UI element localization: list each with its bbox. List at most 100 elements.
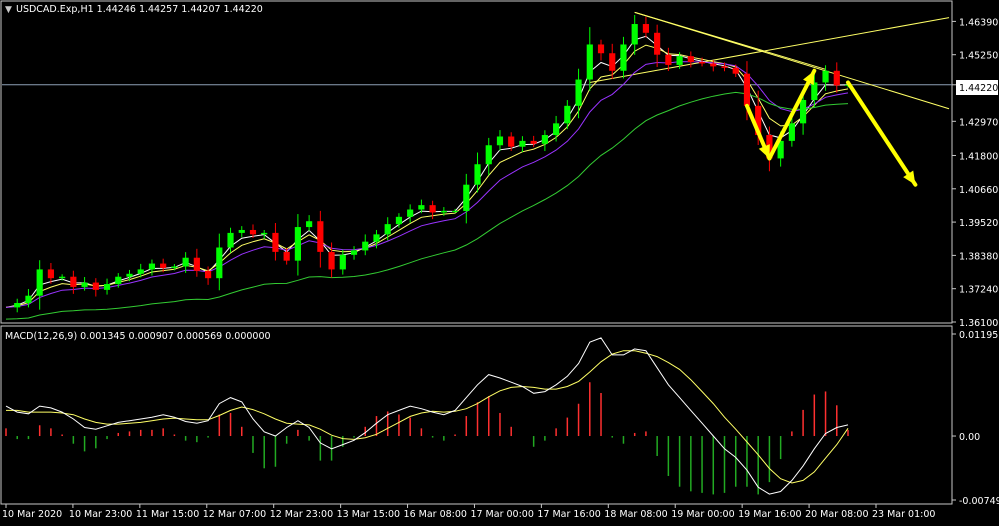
candle-body bbox=[350, 250, 358, 255]
candle-body bbox=[732, 67, 739, 74]
candle-body bbox=[317, 221, 324, 252]
candle-body bbox=[586, 44, 593, 80]
candle-body bbox=[227, 232, 234, 248]
candle-body bbox=[395, 216, 403, 225]
candle-body bbox=[216, 247, 223, 279]
candle-body bbox=[451, 210, 459, 212]
candle-body bbox=[440, 210, 447, 213]
macd-header: MACD(12,26,9) 0.001345 0.000907 0.000569… bbox=[5, 331, 271, 342]
candle-body bbox=[609, 53, 616, 71]
candle-body bbox=[530, 140, 537, 144]
candle-body bbox=[103, 284, 111, 290]
time-tick-label: 11 Mar 15:00 bbox=[136, 509, 199, 520]
candle-body bbox=[642, 24, 650, 33]
price-tick-label: 1.39520 bbox=[959, 218, 998, 229]
candle-body bbox=[519, 140, 526, 147]
candle-body bbox=[14, 303, 21, 308]
time-tick-label: 10 Mar 23:00 bbox=[69, 509, 132, 520]
candle-body bbox=[788, 123, 795, 141]
candle-body bbox=[160, 263, 167, 268]
candle-body bbox=[137, 269, 144, 274]
candle-body bbox=[182, 257, 189, 267]
candle-body bbox=[306, 221, 313, 228]
candle-body bbox=[485, 145, 492, 165]
candle-body bbox=[474, 164, 481, 185]
candle-body bbox=[362, 241, 369, 251]
candle-body bbox=[261, 232, 268, 235]
candle-body bbox=[373, 234, 380, 242]
candle-body bbox=[272, 232, 279, 252]
candle-body bbox=[698, 62, 706, 64]
time-tick-label: 16 Mar 08:00 bbox=[404, 509, 467, 520]
price-tick-label: 1.45250 bbox=[959, 51, 998, 62]
macd-tick-label: 0.00 bbox=[959, 432, 980, 443]
time-tick-label: 13 Mar 15:00 bbox=[337, 509, 400, 520]
candle-body bbox=[665, 54, 672, 65]
chart-svg: 1.46390 1.45250 1.42970 1.41800 1.40660 1.395… bbox=[0, 0, 999, 522]
price-tick-label: 1.36100 bbox=[959, 318, 998, 329]
candle-body bbox=[687, 56, 694, 62]
candle-body bbox=[193, 257, 200, 271]
candle-body bbox=[575, 79, 582, 106]
candle-body bbox=[553, 123, 560, 136]
candle-body bbox=[81, 282, 88, 287]
candle-body bbox=[25, 295, 32, 304]
candle-body bbox=[463, 184, 470, 211]
candle-body bbox=[496, 136, 504, 146]
candle-body bbox=[238, 229, 245, 233]
candle-body bbox=[407, 209, 414, 217]
time-tick-label: 23 Mar 01:00 bbox=[872, 509, 935, 520]
candle-body bbox=[676, 56, 683, 65]
candle-body bbox=[384, 224, 391, 235]
time-tick-label: 18 Mar 08:00 bbox=[604, 509, 667, 520]
time-tick-label: 19 Mar 16:00 bbox=[738, 509, 801, 520]
candle-body bbox=[36, 269, 43, 296]
candle-body bbox=[508, 136, 515, 147]
time-tick-label: 12 Mar 07:00 bbox=[203, 509, 266, 520]
candle-body bbox=[800, 99, 807, 124]
candle-body bbox=[204, 270, 212, 279]
candle-body bbox=[47, 269, 54, 279]
candle-body bbox=[822, 70, 829, 83]
candle-body bbox=[70, 276, 77, 287]
time-tick-label: 17 Mar 16:00 bbox=[537, 509, 600, 520]
price-tick-label: 1.41800 bbox=[959, 151, 998, 162]
candle-body bbox=[328, 251, 335, 270]
time-tick-label: 19 Mar 00:00 bbox=[671, 509, 734, 520]
chart-window: 1.46390 1.45250 1.42970 1.41800 1.40660 1.395… bbox=[0, 0, 999, 522]
time-tick-label: 12 Mar 23:00 bbox=[270, 509, 333, 520]
price-tick-label: 1.40660 bbox=[959, 185, 998, 196]
candle-body bbox=[654, 32, 661, 55]
price-tick-label: 1.42970 bbox=[959, 117, 998, 128]
price-tick-label: 1.46390 bbox=[959, 17, 998, 28]
candle-body bbox=[126, 273, 133, 277]
candle-body bbox=[294, 227, 301, 261]
candle-body bbox=[148, 263, 156, 270]
candle-body bbox=[92, 282, 99, 290]
macd-tick-label: 0.011951 bbox=[959, 330, 999, 341]
price-tick-label: 1.37240 bbox=[959, 285, 998, 296]
candle-body bbox=[418, 205, 425, 210]
candle-body bbox=[833, 70, 840, 86]
candle-body bbox=[564, 105, 571, 124]
time-tick-label: 20 Mar 08:00 bbox=[805, 509, 868, 520]
candle-body bbox=[59, 276, 66, 279]
candle-body bbox=[743, 73, 751, 106]
candle-body bbox=[811, 82, 818, 100]
candle-body bbox=[620, 44, 627, 71]
time-tick-label: 17 Mar 00:00 bbox=[470, 509, 533, 520]
candle-body bbox=[541, 135, 548, 144]
candle-body bbox=[115, 276, 122, 285]
symbol-header: USDCAD.Exp,H1 1.44246 1.44257 1.44207 1.… bbox=[16, 4, 263, 15]
dropdown-icon[interactable]: ▼ bbox=[5, 5, 12, 15]
candle-body bbox=[429, 205, 436, 213]
candle-body bbox=[171, 266, 178, 268]
candle-body bbox=[339, 254, 346, 270]
price-tick-label: 1.38380 bbox=[959, 251, 998, 262]
candle-body bbox=[721, 66, 728, 68]
candle-body bbox=[283, 251, 290, 261]
candle-body bbox=[710, 63, 717, 67]
time-tick-label: 10 Mar 2020 bbox=[2, 509, 62, 520]
candle-body bbox=[631, 24, 638, 45]
current-price-label: 1.44220 bbox=[959, 83, 998, 94]
